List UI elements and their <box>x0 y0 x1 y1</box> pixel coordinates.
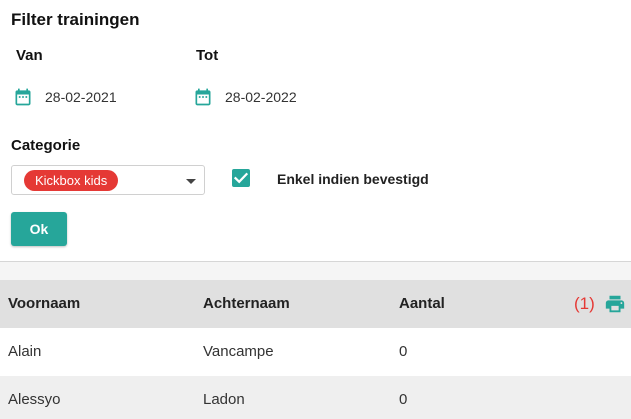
van-date-field[interactable]: 28-02-2021 <box>13 87 117 107</box>
column-header-aantal[interactable]: Aantal <box>399 280 445 328</box>
tot-date-value[interactable]: 28-02-2022 <box>225 89 297 105</box>
calendar-icon[interactable] <box>193 87 213 107</box>
ok-button[interactable]: Ok <box>11 212 67 246</box>
results-table: Voornaam Achternaam Aantal (1) Alain Van… <box>0 280 631 419</box>
check-icon <box>233 172 249 184</box>
page-title: Filter trainingen <box>11 10 140 29</box>
tot-date-field[interactable]: 28-02-2022 <box>193 87 297 107</box>
confirmed-checkbox[interactable] <box>232 169 250 187</box>
van-label: Van <box>16 47 43 64</box>
categorie-label: Categorie <box>11 137 81 154</box>
table-cell-voornaam: Alessyo <box>8 391 61 408</box>
categorie-select[interactable]: Kickbox kids <box>11 165 205 195</box>
table-header-row: Voornaam Achternaam Aantal (1) <box>0 280 631 328</box>
table-cell-achternaam: Vancampe <box>203 343 274 360</box>
print-icon[interactable] <box>604 293 626 315</box>
table-cell-achternaam: Ladon <box>203 391 245 408</box>
table-row[interactable]: Alessyo Ladon 0 <box>0 376 631 419</box>
column-header-achternaam[interactable]: Achternaam <box>203 280 290 328</box>
categorie-chip[interactable]: Kickbox kids <box>24 170 119 191</box>
table-row[interactable]: Alain Vancampe 0 <box>0 328 631 376</box>
tot-label: Tot <box>196 47 219 64</box>
column-header-voornaam[interactable]: Voornaam <box>8 280 80 328</box>
table-cell-aantal: 0 <box>399 391 408 408</box>
confirmed-label[interactable]: Enkel indien bevestigd <box>277 171 429 187</box>
print-count: (1) <box>574 294 595 313</box>
calendar-icon[interactable] <box>13 87 33 107</box>
chevron-down-icon[interactable] <box>186 179 196 184</box>
section-gap <box>0 262 631 280</box>
table-cell-voornaam: Alain <box>8 343 42 360</box>
table-cell-aantal: 0 <box>399 343 408 360</box>
van-date-value[interactable]: 28-02-2021 <box>45 89 117 105</box>
